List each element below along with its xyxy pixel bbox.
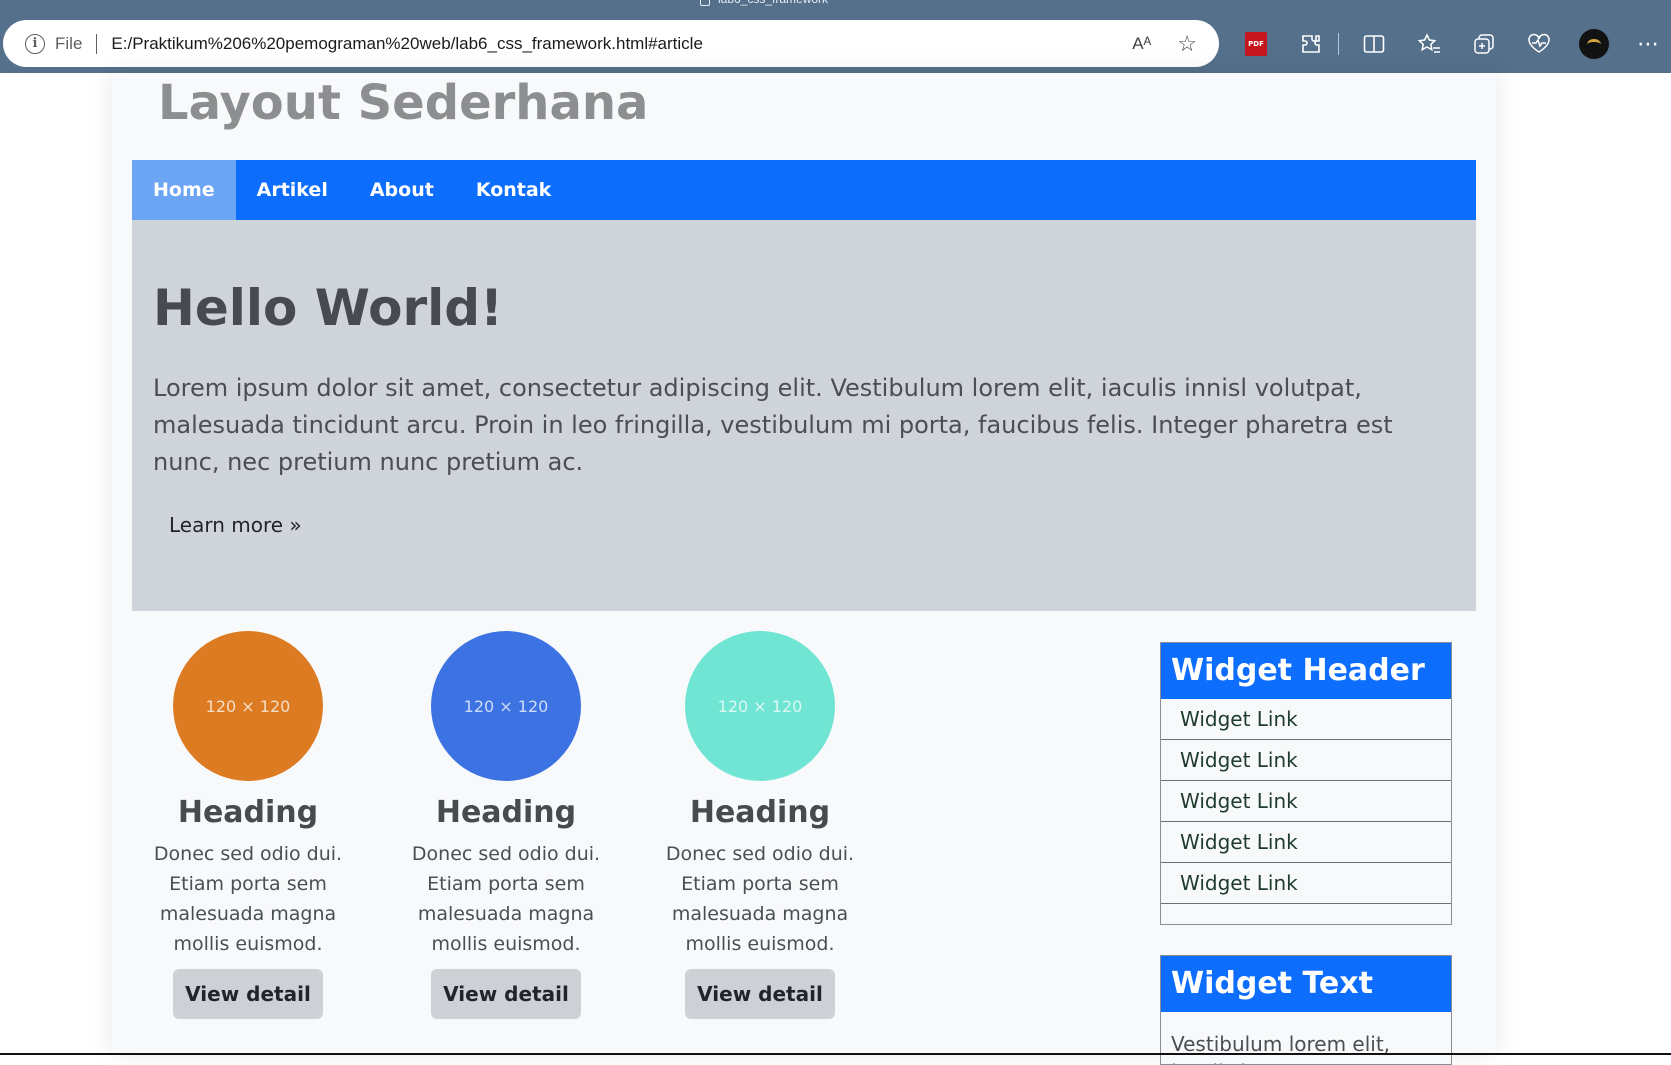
feature-text: Donec sed odio dui. Etiam porta sem male…	[411, 843, 601, 955]
widget-link[interactable]: Widget Link	[1161, 699, 1451, 740]
navbar: Home Artikel About Kontak	[132, 160, 1476, 220]
nav-item-about[interactable]: About	[349, 160, 455, 220]
feature-card: 120 × 120 Heading Donec sed odio dui. Et…	[642, 631, 878, 1019]
address-divider	[96, 33, 98, 54]
feature-image: 120 × 120	[173, 631, 323, 781]
widget-link[interactable]: Widget Link	[1161, 781, 1451, 822]
site-info-icon[interactable]: i	[25, 33, 45, 54]
view-detail-button[interactable]: View detail	[173, 969, 323, 1019]
favorites-button[interactable]	[1409, 24, 1449, 64]
view-detail-button[interactable]: View detail	[431, 969, 581, 1019]
split-screen-button[interactable]	[1354, 24, 1394, 64]
puzzle-icon	[1302, 35, 1320, 53]
site-title: Layout Sederhana	[158, 75, 649, 131]
widget-footer-spacer	[1161, 904, 1451, 924]
browser-chrome: lab6_css_framework i File E:/Praktikum%2…	[0, 0, 1671, 73]
nav-item-home[interactable]: Home	[132, 160, 236, 220]
page-icon	[700, 0, 710, 6]
view-detail-button[interactable]: View detail	[685, 969, 835, 1019]
feature-heading: Heading	[177, 795, 319, 830]
avatar	[1579, 29, 1609, 59]
read-aloud-icon[interactable]: Aᴬ	[1132, 34, 1151, 54]
url-text[interactable]: E:/Praktikum%206%20pemograman%20web/lab6…	[111, 34, 703, 54]
favorites-list-icon	[1417, 33, 1440, 53]
window-title: lab6_css_framework	[700, 0, 828, 6]
widget-link[interactable]: Widget Link	[1161, 822, 1451, 863]
toolbar-divider	[1338, 33, 1339, 55]
widget-link[interactable]: Widget Link	[1161, 740, 1451, 781]
feature-text: Donec sed odio dui. Etiam porta sem male…	[153, 843, 343, 955]
image-placeholder-label: 120 × 120	[717, 696, 803, 716]
feature-image: 120 × 120	[685, 631, 835, 781]
feature-text: Donec sed odio dui. Etiam porta sem male…	[665, 843, 855, 955]
page-container: Layout Sederhana Home Artikel About Kont…	[112, 73, 1496, 1065]
feature-card: 120 × 120 Heading Donec sed odio dui. Et…	[134, 631, 362, 1019]
nav-item-kontak[interactable]: Kontak	[455, 160, 573, 220]
widget-links: Widget Header Widget Link Widget Link Wi…	[1160, 642, 1452, 925]
collections-button[interactable]	[1464, 24, 1504, 64]
profile-button[interactable]	[1574, 24, 1614, 64]
widget-text-header: Widget Text	[1161, 956, 1451, 1012]
pdf-extension-button[interactable]	[1236, 24, 1276, 64]
feature-heading: Heading	[435, 795, 577, 830]
hero-section: Hello World! Lorem ipsum dolor sit amet,…	[132, 220, 1476, 611]
address-bar[interactable]: i File E:/Praktikum%206%20pemograman%20w…	[3, 20, 1219, 67]
extensions-button[interactable]	[1291, 24, 1331, 64]
more-icon: ⋯	[1637, 31, 1661, 57]
split-screen-icon	[1363, 35, 1385, 53]
collections-icon	[1474, 34, 1494, 54]
nav-item-artikel[interactable]: Artikel	[236, 160, 349, 220]
widget-text: Widget Text Vestibulum lorem elit, iacul…	[1160, 955, 1452, 1065]
settings-more-button[interactable]: ⋯	[1629, 24, 1669, 64]
heart-pulse-icon	[1528, 33, 1550, 53]
browser-toolbar: ⋯	[1236, 22, 1671, 66]
image-placeholder-label: 120 × 120	[205, 696, 291, 716]
widget-header: Widget Header	[1161, 643, 1451, 699]
browser-essentials-button[interactable]	[1519, 24, 1559, 64]
pdf-icon	[1245, 32, 1267, 56]
widget-text-body: Vestibulum lorem elit, iaculis in	[1171, 1032, 1391, 1064]
favorite-star-icon[interactable]: ☆	[1177, 32, 1197, 55]
address-scheme-label: File	[55, 33, 83, 53]
learn-more-link[interactable]: Learn more »	[169, 513, 302, 537]
feature-card: 120 × 120 Heading Donec sed odio dui. Et…	[388, 631, 624, 1019]
feature-image: 120 × 120	[431, 631, 581, 781]
hero-title: Hello World!	[153, 279, 503, 337]
image-placeholder-label: 120 × 120	[463, 696, 549, 716]
window-title-text: lab6_css_framework	[718, 0, 828, 6]
feature-heading: Heading	[689, 795, 831, 830]
widget-link[interactable]: Widget Link	[1161, 863, 1451, 904]
hero-text: Lorem ipsum dolor sit amet, consectetur …	[153, 374, 1393, 476]
